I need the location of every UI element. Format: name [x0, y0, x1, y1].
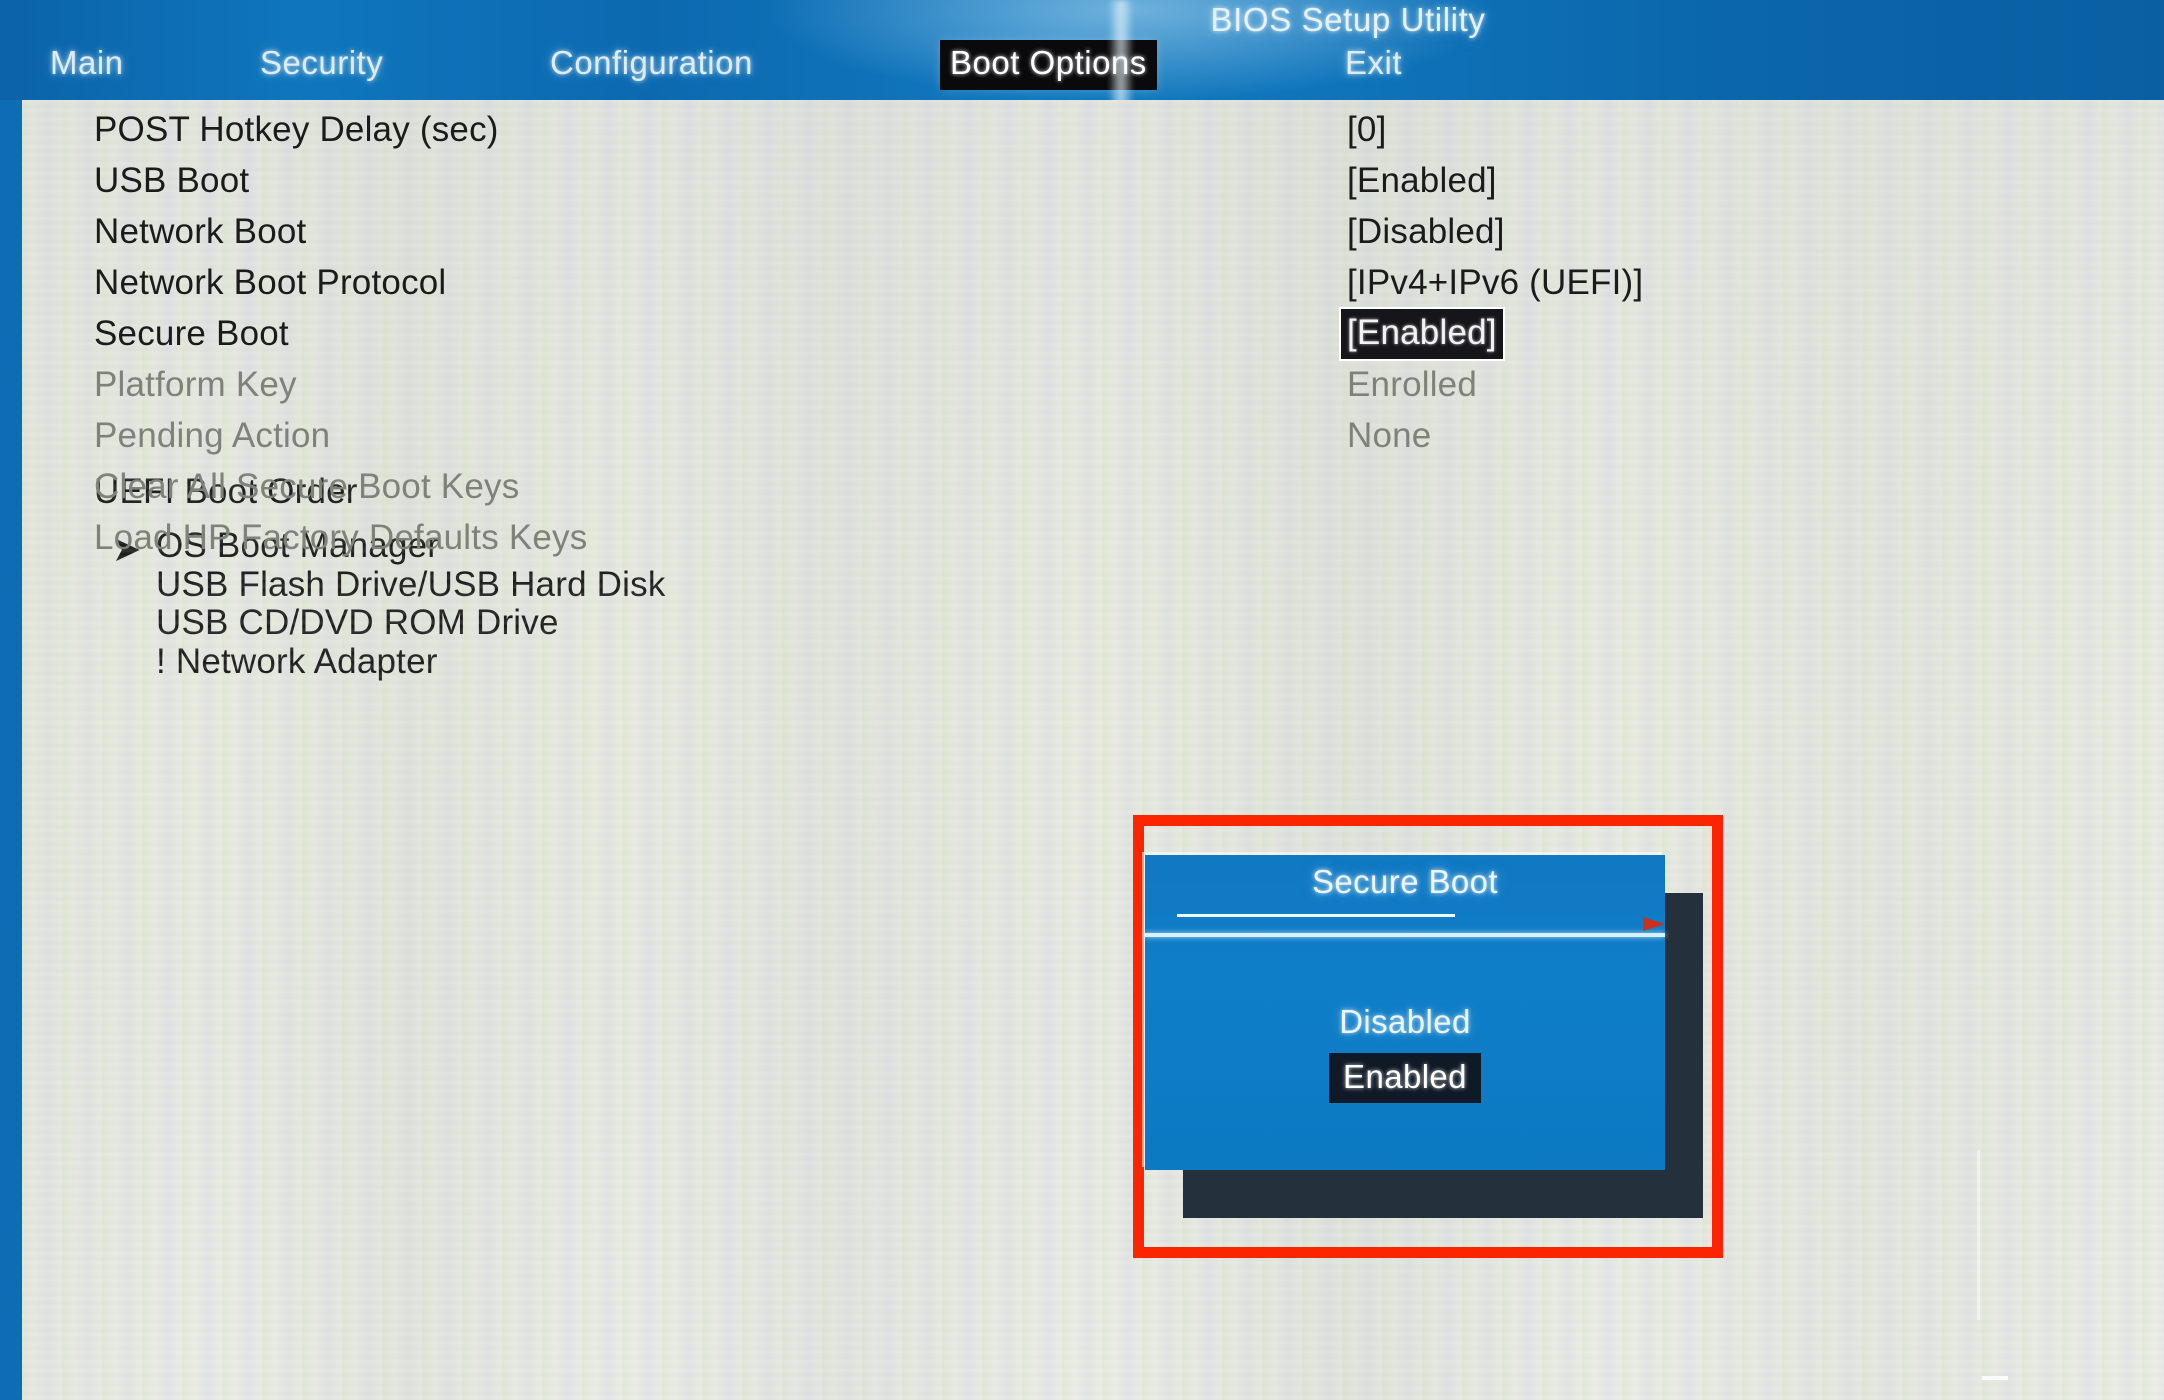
setting-row: Clear All Secure Boot Keys: [22, 467, 2164, 518]
setting-label: Pending Action: [94, 416, 331, 455]
setting-row[interactable]: Network Boot Protocol [IPv4+IPv6 (UEFI)]: [22, 263, 2164, 314]
tab-exit[interactable]: Exit: [1335, 40, 1412, 90]
setting-value[interactable]: [Disabled]: [1347, 212, 1505, 252]
setting-label: Network Boot: [94, 212, 307, 251]
dialog-divider: [1145, 933, 1665, 937]
setting-row[interactable]: Secure Boot [Enabled]: [22, 309, 2164, 365]
setting-value: Enrolled: [1347, 365, 1478, 404]
setting-value[interactable]: [Enabled]: [1347, 161, 1497, 201]
secure-boot-dialog[interactable]: Secure Boot Disabled Enabled: [1145, 855, 1705, 1225]
menu-bar: Main Security Configuration Boot Options Exi…: [0, 40, 2164, 100]
tab-configuration[interactable]: Configuration: [540, 40, 763, 90]
tab-security[interactable]: Security: [250, 40, 393, 90]
dialog-option-enabled[interactable]: Enabled: [1145, 1053, 1665, 1103]
settings-list: POST Hotkey Delay (sec) [0] USB Boot [Enabl…: [22, 100, 2164, 1400]
red-arrow-artifact: [1643, 917, 1665, 931]
setting-row: Pending Action None: [22, 416, 2164, 467]
setting-label: Clear All Secure Boot Keys: [94, 467, 520, 506]
setting-label: Platform Key: [94, 365, 297, 404]
dialog-title: Secure Boot: [1311, 863, 1498, 900]
setting-row: Platform Key Enrolled: [22, 365, 2164, 416]
setting-label: POST Hotkey Delay (sec): [94, 110, 499, 149]
dialog-titlebar: Secure Boot: [1145, 855, 1665, 933]
setting-label: USB Boot: [94, 161, 250, 200]
setting-row[interactable]: USB Boot [Enabled]: [22, 161, 2164, 212]
dialog-body: Secure Boot Disabled Enabled: [1145, 855, 1665, 1170]
dialog-option-enabled-label: Enabled: [1329, 1053, 1481, 1103]
screen-dash-artifact: [1982, 1376, 2008, 1380]
setting-row: Load HP Factory Defaults Keys: [22, 518, 2164, 569]
bios-setup-screen: BIOS Setup Utility Main Security Configura…: [0, 0, 2164, 1400]
setting-value-selected[interactable]: [Enabled]: [1341, 309, 1503, 359]
tab-boot-options[interactable]: Boot Options: [940, 40, 1157, 90]
setting-label: Network Boot Protocol: [94, 263, 447, 302]
setting-value[interactable]: [IPv4+IPv6 (UEFI)]: [1347, 263, 1643, 303]
dialog-option-disabled-label: Disabled: [1339, 1003, 1471, 1040]
setting-value: None: [1347, 416, 1432, 455]
dialog-title-underline: [1177, 914, 1455, 917]
setting-label: Load HP Factory Defaults Keys: [94, 518, 588, 557]
setting-row[interactable]: Network Boot [Disabled]: [22, 212, 2164, 263]
page-title: BIOS Setup Utility: [1210, 1, 1486, 38]
setting-row[interactable]: POST Hotkey Delay (sec) [0]: [22, 110, 2164, 161]
setting-label: Secure Boot: [94, 314, 289, 353]
setting-value[interactable]: [0]: [1347, 110, 1387, 150]
screen-line-artifact: [1977, 1150, 1980, 1320]
content-panel: POST Hotkey Delay (sec) [0] USB Boot [Enabl…: [22, 100, 2164, 1400]
dialog-option-disabled[interactable]: Disabled: [1145, 1003, 1665, 1041]
tab-main[interactable]: Main: [40, 40, 134, 90]
